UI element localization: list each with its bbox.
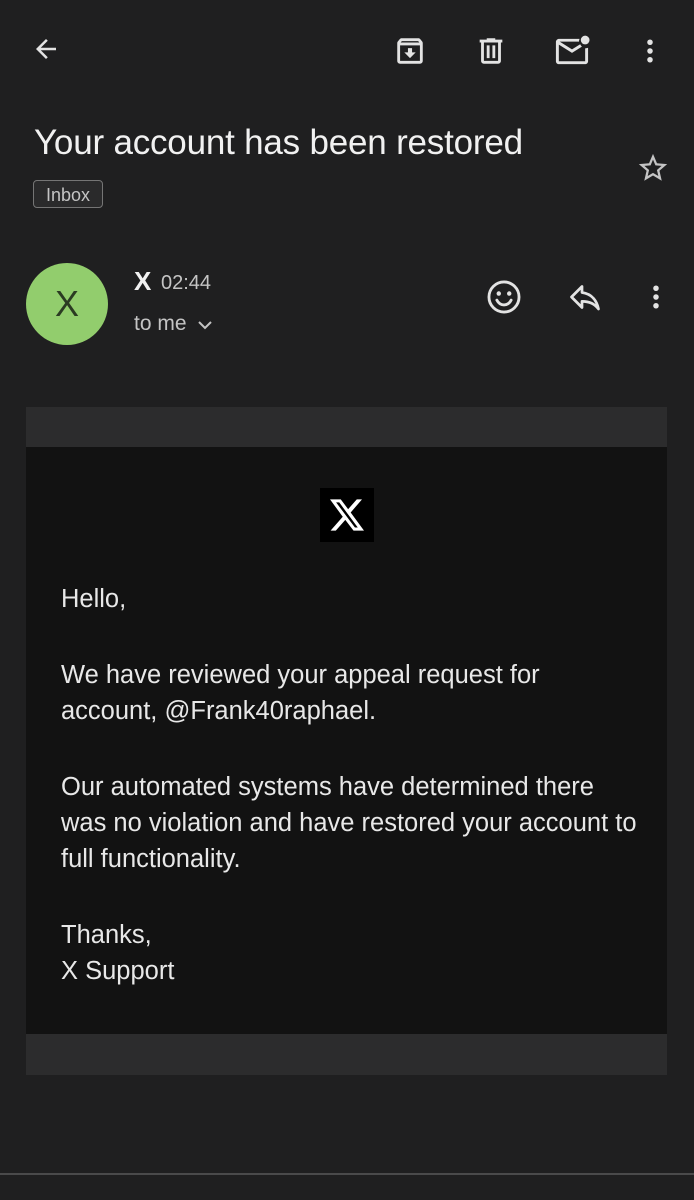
recipient-details-toggle[interactable]: to me	[134, 312, 213, 336]
bottom-divider	[0, 1173, 694, 1175]
inbox-label-chip[interactable]: Inbox	[33, 180, 104, 208]
signoff-line-2: X Support	[61, 957, 175, 985]
signoff: Thanks, X Support	[61, 917, 641, 989]
message-footer-band	[26, 1034, 667, 1075]
avatar[interactable]: X	[26, 263, 108, 345]
more-vertical-icon	[647, 39, 653, 63]
message-text: Hello, We have reviewed your appeal requ…	[61, 581, 641, 989]
message-more-button[interactable]	[632, 273, 680, 321]
star-button[interactable]	[629, 146, 677, 190]
mark-unread-button[interactable]	[548, 27, 596, 75]
message-body: Hello, We have reviewed your appeal requ…	[26, 447, 667, 1034]
mail-unread-icon	[555, 35, 590, 65]
top-toolbar	[0, 0, 694, 100]
signoff-line-1: Thanks,	[61, 921, 152, 949]
recipient-text: to me	[134, 312, 187, 335]
delete-button[interactable]	[467, 27, 515, 75]
message-paragraph-2: Our automated systems have determined th…	[61, 773, 637, 873]
x-logo-icon	[320, 488, 374, 542]
more-vertical-icon	[653, 285, 659, 309]
back-button[interactable]	[22, 25, 70, 73]
more-options-button[interactable]	[626, 27, 674, 75]
message-header-band	[26, 407, 667, 447]
archive-icon	[397, 38, 423, 64]
chevron-down-icon	[197, 321, 212, 330]
greeting: Hello,	[61, 585, 127, 613]
add-reaction-button[interactable]	[480, 273, 528, 321]
archive-button[interactable]	[386, 27, 434, 75]
emoji-icon	[487, 280, 521, 314]
sent-time: 02:44	[161, 272, 212, 294]
email-view: Your account has been restored Inbox X X…	[0, 0, 694, 1200]
message-paragraph-1: We have reviewed your appeal request for…	[61, 661, 540, 725]
sender-name[interactable]: X	[134, 266, 151, 297]
arrow-left-icon	[36, 39, 56, 59]
star-outline-icon	[638, 153, 668, 181]
trash-icon	[479, 38, 503, 64]
reply-icon	[570, 285, 600, 311]
reply-button[interactable]	[561, 273, 609, 321]
email-subject: Your account has been restored	[34, 123, 523, 162]
